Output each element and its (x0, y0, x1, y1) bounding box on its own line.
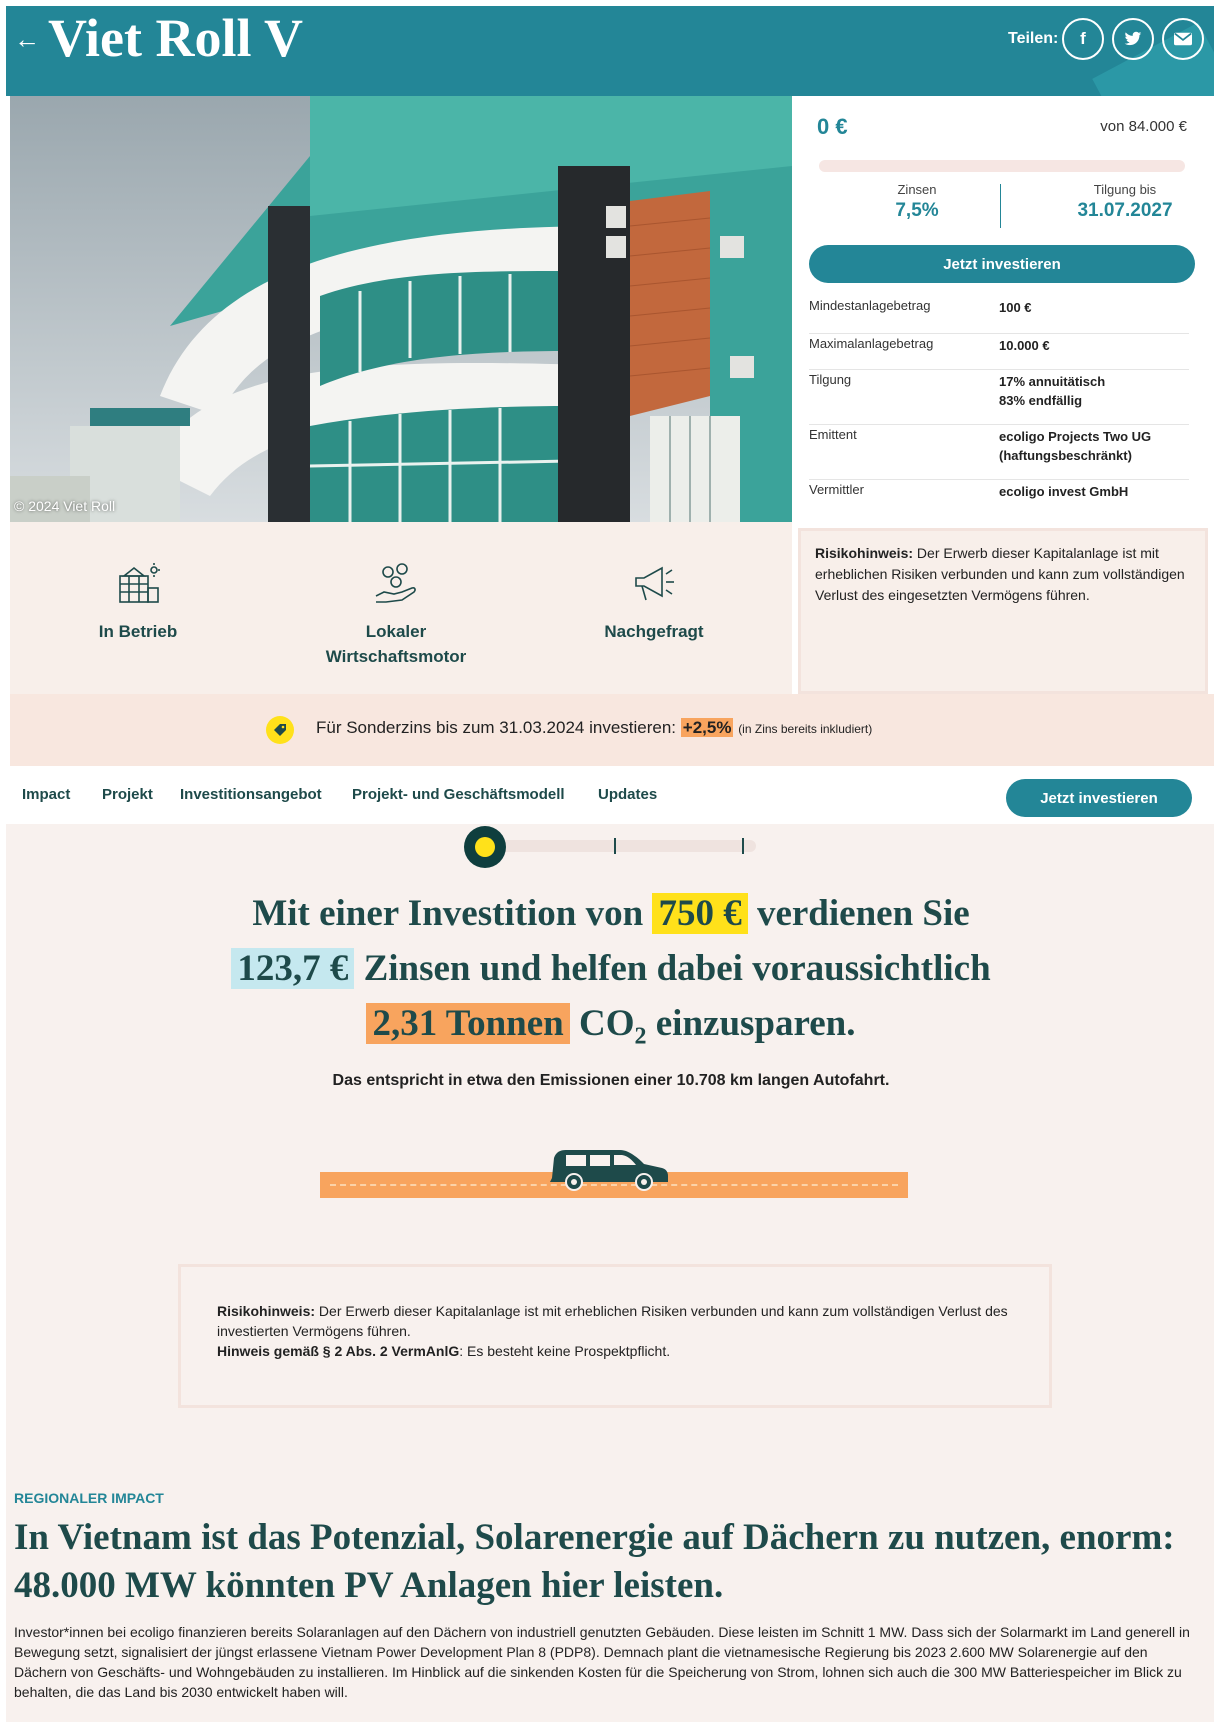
detail-value: ecoligo Projects Two UG (haftungsbeschrä… (999, 429, 1152, 463)
detail-row-broker: Vermittler ecoligo invest GmbH (809, 480, 1189, 516)
detail-label: Mindestanlagebetrag (809, 298, 931, 313)
notice-risk-text: Der Erwerb dieser Kapitalanlage ist mit … (217, 1303, 1008, 1339)
nav-project[interactable]: Projekt (102, 786, 153, 803)
investment-amount: 750 € (652, 893, 748, 934)
detail-label: Maximalanlagebetrag (809, 336, 934, 351)
legal-notice-box: Risikohinweis: Der Erwerb dieser Kapital… (178, 1264, 1052, 1408)
feature-label: Nachgefragt (604, 622, 704, 641)
section-nav: Impact Projekt Investitionsangebot Proje… (10, 766, 1214, 824)
feature-label: Lokaler Wirtschaftsmotor (325, 622, 467, 666)
interest-value: 7,5% (895, 200, 939, 221)
page-header: ← Viet Roll V Teilen: f (6, 6, 1214, 96)
tag-icon (266, 716, 294, 744)
investment-panel: 0 € von 84.000 € Zinsen 7,5% Tilgung bis… (792, 96, 1214, 522)
promo-bonus: +2,5% (680, 718, 734, 737)
promo-message: Für Sonderzins bis zum 31.03.2024 invest… (316, 718, 677, 737)
car-equivalent: Das entspricht in etwa den Emissionen ei… (332, 1072, 890, 1089)
amount-raised: 0 € (817, 114, 848, 139)
interest-amount: 123,7 € (231, 948, 355, 989)
notice-law-text: : Es besteht keine Prospektpflicht. (459, 1343, 671, 1359)
solar-building-icon (119, 563, 160, 603)
risk-title: Risikohinweis: (815, 545, 914, 561)
nav-invest-button[interactable]: Jetzt investieren (1006, 779, 1192, 817)
feature-in-operation: In Betrieb (48, 562, 228, 644)
promo-text: Für Sonderzins bis zum 31.03.2024 invest… (316, 718, 872, 738)
detail-value: ecoligo invest GmbH (999, 484, 1129, 499)
stat-divider (1000, 184, 1001, 228)
mail-icon (1174, 32, 1192, 46)
impact-section: Mit einer Investition von 750 € verdiene… (6, 824, 1214, 1722)
headline-text: Mit einer Investition von (252, 893, 644, 934)
regional-impact-paragraph: Investor*innen bei ecoligo finanzieren b… (14, 1624, 1190, 1700)
investment-slider-track[interactable] (496, 840, 756, 852)
building-illustration (10, 96, 792, 522)
slider-tick (742, 838, 744, 854)
project-features: In Betrieb Lokaler Wirtschaftsmotor Nach… (10, 522, 792, 694)
share-label: Teilen: (1008, 30, 1059, 47)
headline-text: einzusparen. (655, 1003, 856, 1044)
twitter-icon (1124, 31, 1142, 46)
headline-text: verdienen Sie (756, 893, 970, 934)
detail-label: Emittent (809, 427, 857, 442)
headline-text: Zinsen und helfen dabei voraussichtlich (363, 948, 991, 989)
promo-banner: Für Sonderzins bis zum 31.03.2024 invest… (10, 694, 1214, 766)
feature-label: In Betrieb (98, 622, 178, 641)
page-title: Viet Roll V (48, 8, 303, 68)
detail-value: 100 € (999, 300, 1032, 315)
slider-tick (614, 838, 616, 854)
promo-note: (in Zins bereits inkludiert) (738, 722, 873, 736)
megaphone-icon (635, 566, 674, 601)
facebook-share-button[interactable]: f (1062, 18, 1104, 60)
detail-value: 17% annuitätisch 83% endfällig (999, 374, 1106, 408)
impact-headline: Mit einer Investition von 750 € verdiene… (106, 886, 1116, 1064)
invest-button[interactable]: Jetzt investieren (809, 245, 1195, 283)
detail-row-max: Maximalanlagebetrag 10.000 € (809, 334, 1189, 370)
co2-amount: 2,31 Tonnen (366, 1003, 570, 1044)
nav-investment-offer[interactable]: Investitionsangebot (180, 786, 322, 803)
detail-value: 10.000 € (999, 338, 1050, 353)
repayment-label: Tilgung bis (1093, 182, 1157, 197)
detail-label: Tilgung (809, 372, 852, 387)
twitter-share-button[interactable] (1112, 18, 1154, 60)
risk-notice-box: Risikohinweis: Der Erwerb dieser Kapital… (798, 528, 1208, 694)
regional-impact-heading: In Vietnam ist das Potenzial, Solarenerg… (14, 1517, 1175, 1606)
funding-goal: von 84.000 € (1100, 118, 1187, 135)
notice-risk-title: Risikohinweis: (217, 1303, 316, 1319)
back-arrow-icon[interactable]: ← (14, 24, 40, 54)
co2-label: CO2 (579, 1003, 647, 1050)
repayment-value: 31.07.2027 (1077, 200, 1173, 221)
car-icon (550, 1150, 668, 1191)
hand-coins-icon (375, 563, 416, 603)
project-photo: © 2024 Viet Roll (10, 96, 792, 522)
investment-slider-handle[interactable] (464, 826, 506, 868)
detail-row-min: Mindestanlagebetrag 100 € (809, 298, 1189, 334)
detail-row-issuer: Emittent ecoligo Projects Two UG (haftun… (809, 425, 1189, 480)
funding-progress-bar (819, 160, 1185, 172)
facebook-icon: f (1080, 29, 1086, 48)
feature-local-economy: Lokaler Wirtschaftsmotor (306, 562, 486, 669)
detail-row-repayment: Tilgung 17% annuitätisch 83% endfällig (809, 370, 1189, 425)
notice-law-title: Hinweis gemäß § 2 Abs. 2 VermAnlG (217, 1343, 460, 1359)
photo-copyright: © 2024 Viet Roll (14, 498, 116, 514)
interest-label: Zinsen (897, 182, 937, 197)
mail-share-button[interactable] (1162, 18, 1204, 60)
nav-business-model[interactable]: Projekt- und Geschäftsmodell (352, 786, 565, 803)
regional-impact-eyebrow: REGIONALER IMPACT (14, 1490, 164, 1506)
feature-in-demand: Nachgefragt (564, 562, 744, 644)
detail-label: Vermittler (809, 482, 864, 497)
nav-impact[interactable]: Impact (22, 786, 70, 803)
nav-updates[interactable]: Updates (598, 786, 657, 803)
